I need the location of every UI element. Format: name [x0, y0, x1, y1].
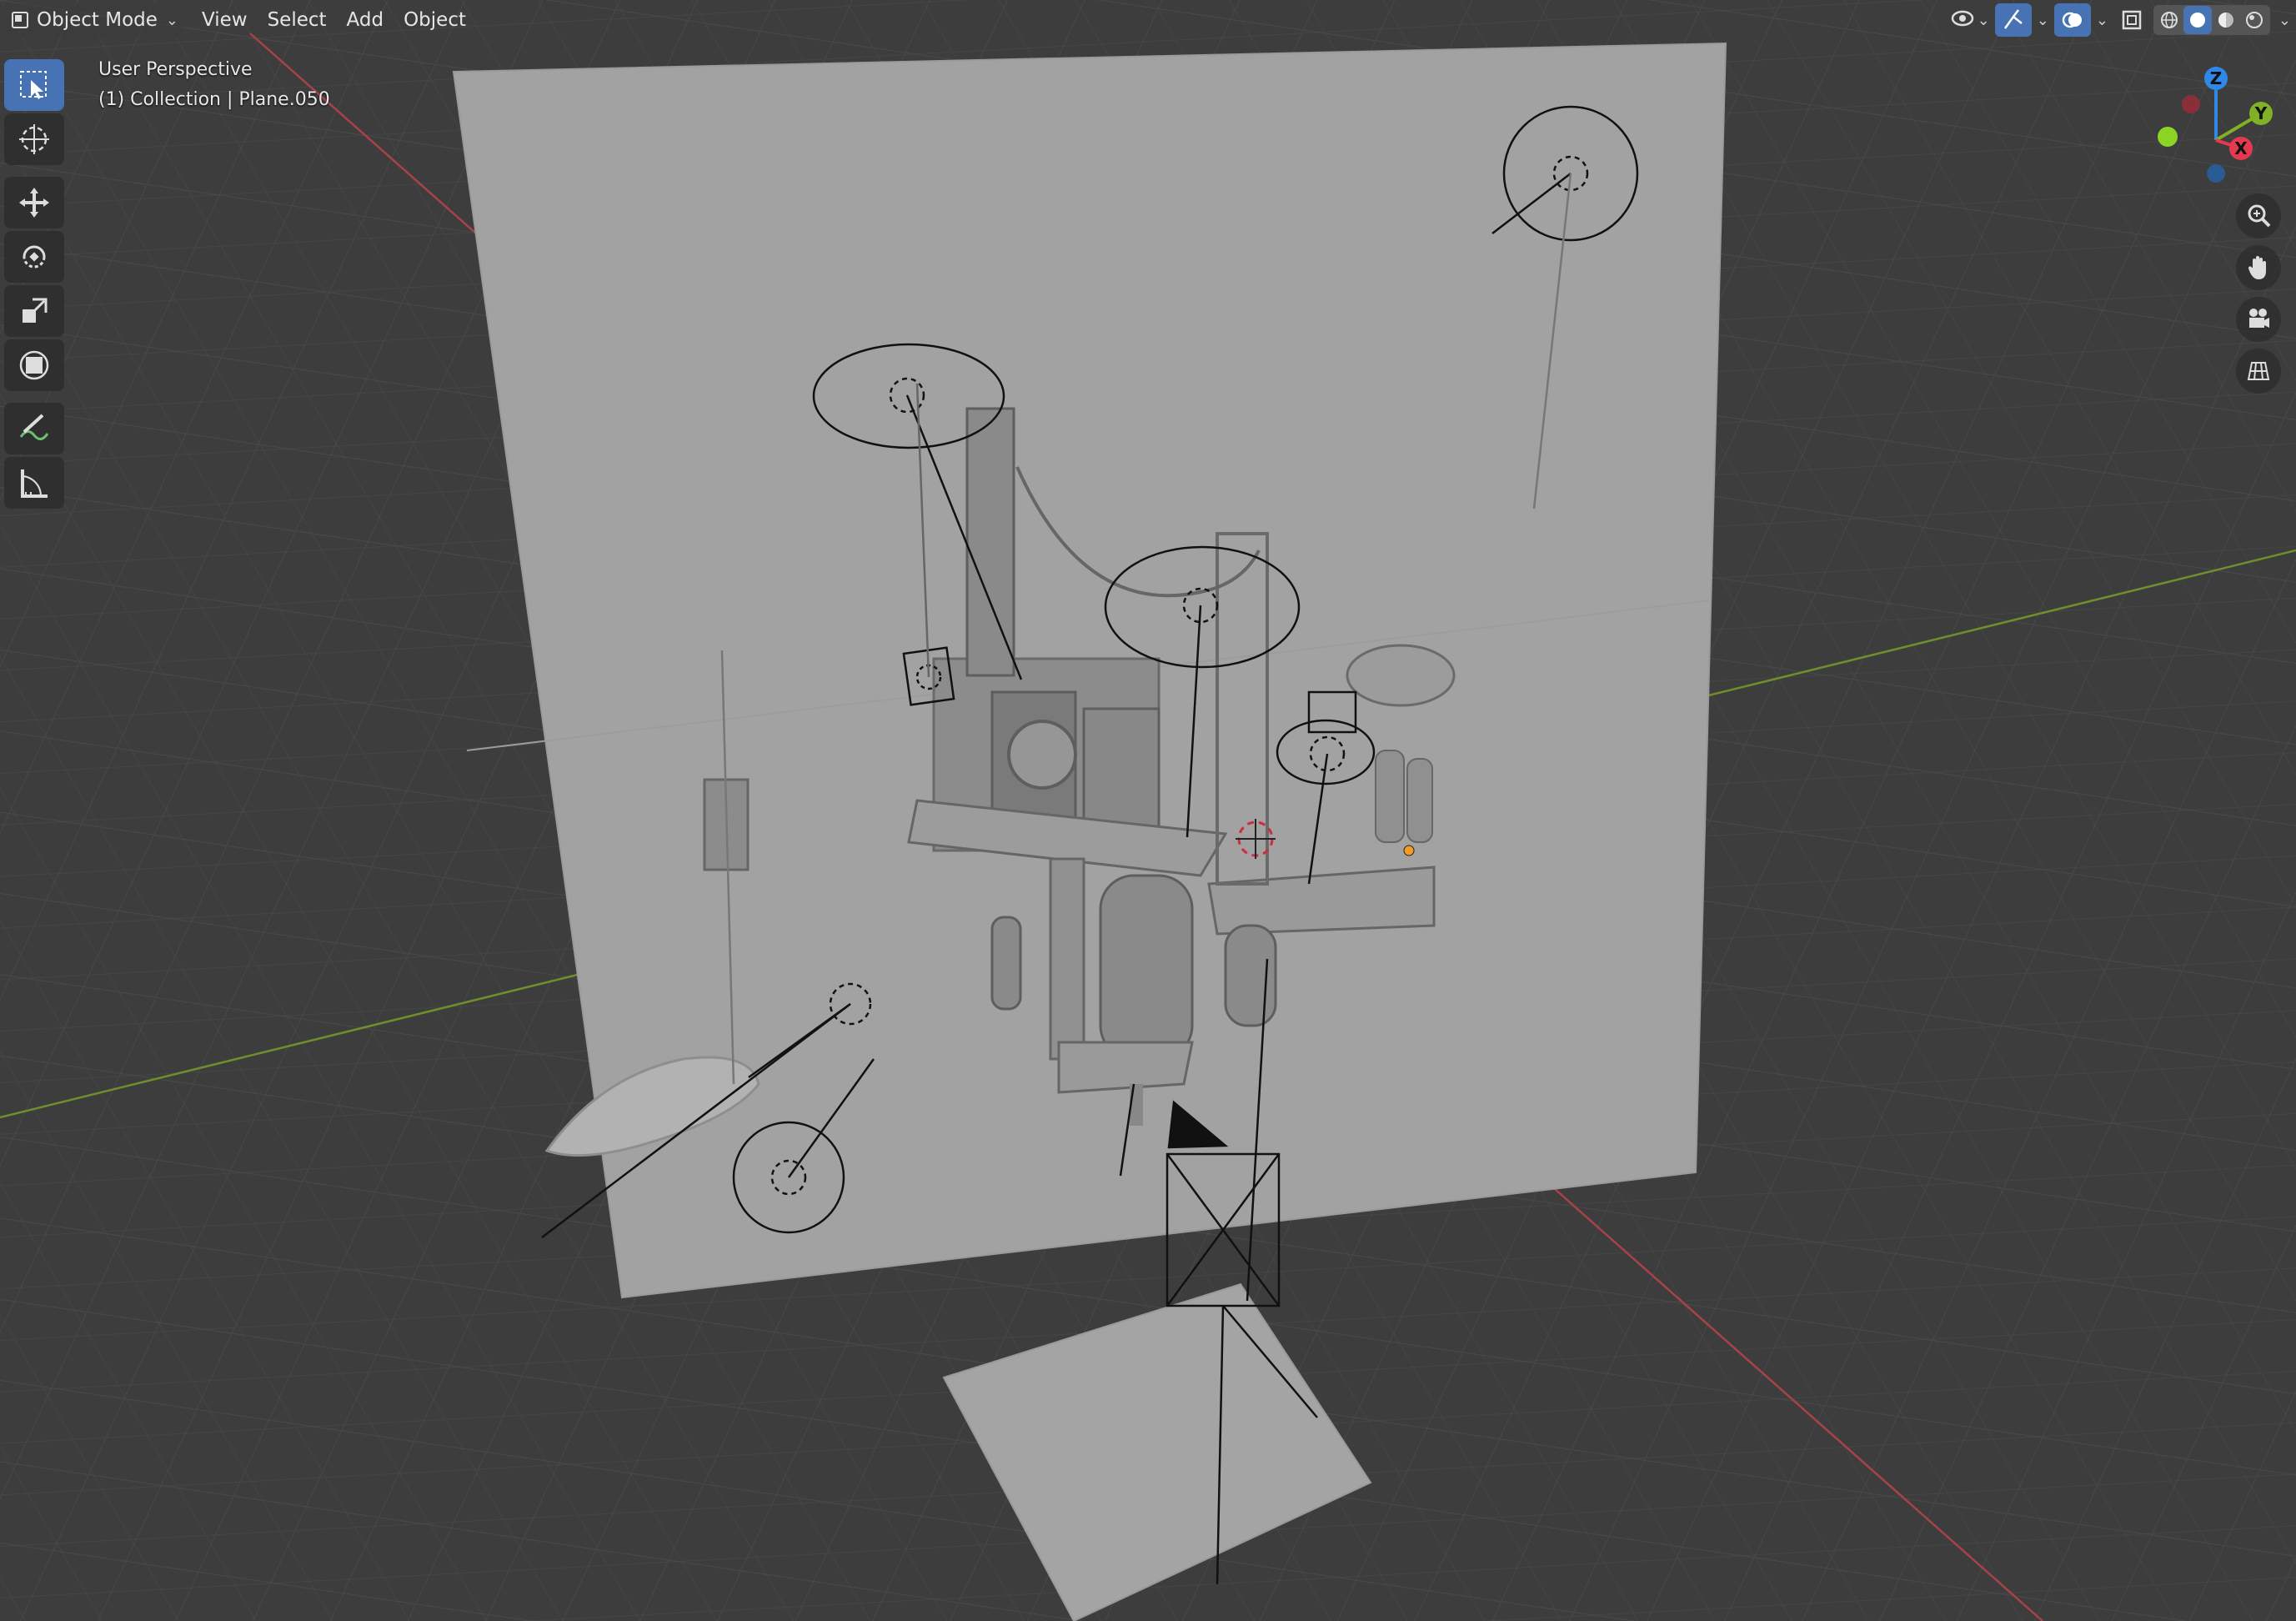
navigation-buttons [2236, 193, 2286, 400]
move-icon [19, 188, 49, 218]
zoom-icon [2248, 204, 2271, 228]
transform-icon [19, 350, 49, 380]
tool-shelf [0, 57, 68, 511]
mode-label: Object Mode [37, 9, 158, 31]
chevron-down-icon: ⌄ [2278, 11, 2291, 29]
wireframe-shading-button[interactable] [2155, 6, 2183, 34]
camera-view-button[interactable] [2236, 297, 2281, 342]
chevron-down-icon: ⌄ [1977, 11, 1990, 29]
solid-sphere-icon [2189, 13, 2205, 28]
rotate-tool[interactable] [4, 231, 64, 283]
shading-mode-group [2153, 5, 2270, 35]
gizmo-neg-x-ball[interactable] [2182, 95, 2200, 113]
gizmo-neg-y-ball[interactable] [2158, 127, 2178, 147]
measure-icon [21, 469, 48, 498]
cursor-icon [19, 124, 49, 154]
eye-icon [1951, 10, 1973, 27]
scale-tool[interactable] [4, 285, 64, 337]
grid-perspective-icon [2247, 362, 2270, 380]
mode-dropdown[interactable]: Object Mode ⌄ [5, 3, 185, 37]
xray-icon [2122, 10, 2142, 30]
gizmo-neg-z-ball[interactable] [2207, 164, 2225, 183]
material-sphere-icon [2218, 13, 2233, 28]
rendered-shading-button[interactable] [2240, 6, 2268, 34]
hand-icon [2248, 256, 2266, 279]
overlays-toggle[interactable] [2053, 3, 2091, 37]
gizmo-dropdown[interactable]: ⌄ [2032, 3, 2054, 37]
cursor-tool[interactable] [4, 113, 64, 165]
rendered-sphere-icon [2245, 12, 2263, 28]
pan-button[interactable] [2236, 245, 2281, 290]
select-box-icon [20, 71, 47, 99]
viewport-header-right: ⌄ ⌄ ⌄ ⌄ [1944, 3, 2296, 37]
context-label: (1) Collection | Plane.050 [98, 89, 330, 110]
visibility-dropdown[interactable]: ⌄ [1944, 3, 1995, 37]
rotate-icon [23, 245, 46, 268]
chevron-down-icon: ⌄ [2095, 11, 2108, 29]
menu-object[interactable]: Object [395, 3, 474, 37]
navigation-gizmo[interactable]: Z Y X [2134, 58, 2276, 200]
transform-tool[interactable] [4, 339, 64, 391]
gizmo-y-label: Y [2254, 103, 2268, 123]
3d-viewport[interactable] [0, 0, 2296, 1621]
solid-shading-button[interactable] [2183, 6, 2212, 34]
zoom-button[interactable] [2236, 193, 2281, 238]
measure-tool[interactable] [4, 457, 64, 509]
shading-dropdown[interactable]: ⌄ [2273, 3, 2296, 37]
menu-add[interactable]: Add [338, 3, 393, 37]
xray-toggle[interactable] [2113, 3, 2150, 37]
object-mode-icon [12, 12, 28, 28]
menu-view[interactable]: View [193, 3, 256, 37]
scale-icon [23, 298, 48, 323]
gizmo-toggle[interactable] [1994, 3, 2032, 37]
gizmo-x-label: X [2234, 138, 2248, 158]
camera-icon [2249, 309, 2269, 328]
menu-select[interactable]: Select [259, 3, 335, 37]
perspective-label: User Perspective [98, 59, 253, 80]
annotate-icon [19, 414, 49, 440]
gizmo-icon [2003, 9, 2023, 29]
viewport-info: User Perspective (1) Collection | Plane.… [98, 55, 330, 115]
overlays-icon [2062, 12, 2082, 28]
move-tool[interactable] [4, 177, 64, 228]
gizmo-z-label: Z [2210, 68, 2223, 88]
overlays-dropdown[interactable]: ⌄ [2091, 3, 2113, 37]
material-shading-button[interactable] [2212, 6, 2240, 34]
selected-origin-dot[interactable] [1403, 845, 1415, 856]
select-box-tool[interactable] [4, 59, 64, 111]
annotate-tool[interactable] [4, 403, 64, 454]
ortho-toggle-button[interactable] [2236, 349, 2281, 394]
chevron-down-icon: ⌄ [2036, 11, 2049, 29]
chevron-down-icon: ⌄ [165, 11, 178, 29]
wireframe-icon [2160, 12, 2178, 28]
